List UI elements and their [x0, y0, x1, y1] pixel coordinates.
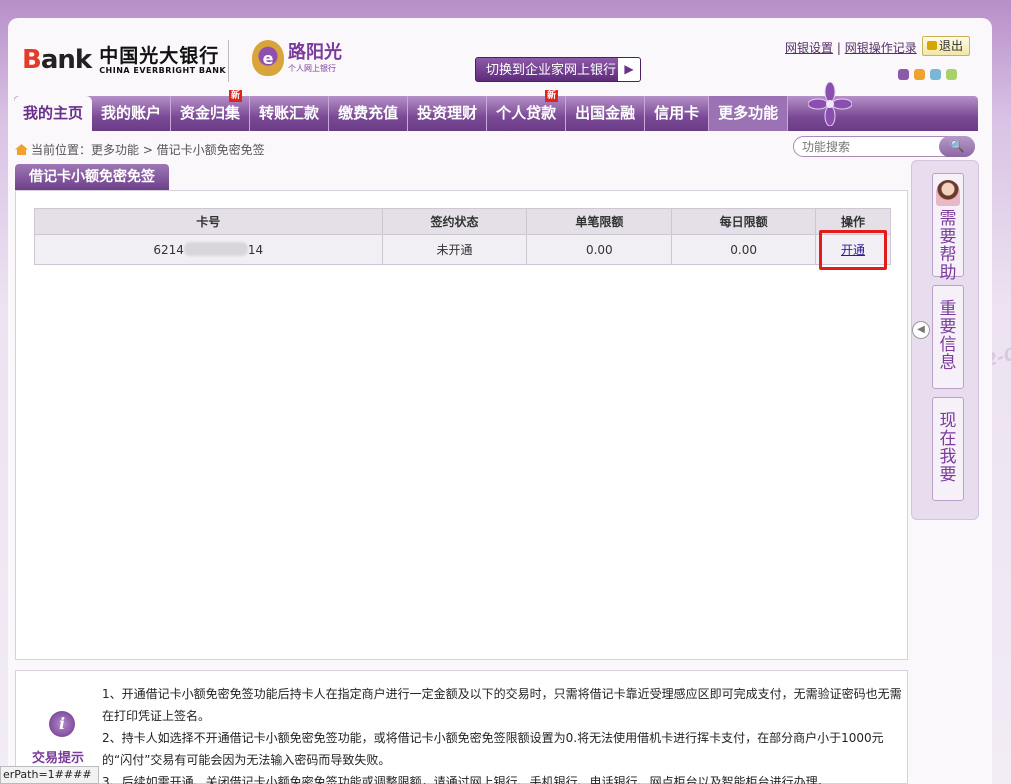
ebank-guide-link[interactable]: 网银操作记录: [845, 41, 917, 55]
agent-avatar-icon: [936, 180, 960, 206]
card-table: 卡号 签约状态 单笔限额 每日限额 操作 6214 14 未开通 0.00 0.0…: [34, 208, 891, 265]
nav-item-fund-collection[interactable]: 资金归集新: [171, 90, 251, 131]
status-cell: 未开通: [381, 234, 528, 265]
sunshine-name: 路阳光: [288, 41, 342, 63]
new-badge: 新: [229, 90, 243, 102]
sunshine-subtitle: 个人网上银行: [288, 63, 336, 73]
nav-item-payment[interactable]: 缴费充值: [329, 96, 409, 131]
col-single-limit: 单笔限额: [526, 208, 673, 235]
card-number-cell: 6214 14: [34, 234, 383, 265]
skin-switcher: [898, 69, 957, 80]
lock-icon: [927, 41, 937, 50]
ceb-logo: Bank 中国光大银行 CHINA EVERBRIGHT BANK: [22, 45, 226, 75]
nav-item-accounts[interactable]: 我的账户: [92, 96, 172, 131]
single-limit-cell: 0.00: [526, 234, 673, 265]
skin-blue-swatch[interactable]: [930, 69, 941, 80]
top-links: 网银设置 | 网银操作记录: [785, 41, 917, 55]
logo-divider: [228, 40, 229, 82]
search-input[interactable]: [802, 137, 942, 156]
search-icon[interactable]: 🔍: [939, 136, 975, 157]
switch-enterprise-label: 切换到企业家网上银行: [486, 63, 617, 78]
col-card-number: 卡号: [34, 208, 383, 235]
sunshine-logo: e 路阳光 个人网上银行: [252, 40, 342, 76]
nav-item-credit-card[interactable]: 信用卡: [645, 96, 710, 131]
logout-button[interactable]: 退出: [922, 36, 971, 56]
main-content: 卡号 签约状态 单笔限额 每日限额 操作 6214 14 未开通 0.00 0.0…: [15, 190, 908, 660]
logo-bank-text: Bank: [22, 45, 92, 75]
logo-english-name: CHINA EVERBRIGHT BANK: [99, 65, 227, 75]
skin-green-swatch[interactable]: [946, 69, 957, 80]
browser-status-bar: erPath=1####: [0, 766, 99, 784]
logout-label: 退出: [939, 39, 964, 53]
table-header-row: 卡号 签约状态 单笔限额 每日限额 操作: [34, 208, 891, 235]
play-arrow-icon: ▶: [618, 58, 641, 81]
nav-item-loans[interactable]: 个人贷款新: [487, 90, 567, 131]
table-row: 6214 14 未开通 0.00 0.00 开通: [34, 234, 891, 265]
masked-digits: [183, 242, 248, 256]
flower-icon: [808, 82, 852, 126]
breadcrumb: 当前位置：更多功能 > 借记卡小额免密免签: [15, 141, 265, 158]
tip-line-3: 3、后续如需开通、关闭借记卡小额免密免签功能或调整限额，请通过网上银行、手机银行…: [102, 775, 830, 784]
tab-debit-card-quickpass[interactable]: 借记卡小额免密免签: [15, 164, 169, 190]
info-icon: i: [49, 711, 75, 737]
help-button[interactable]: 需要帮助: [932, 173, 964, 282]
nav-item-more[interactable]: 更多功能: [709, 96, 789, 131]
daily-limit-cell: 0.00: [671, 234, 817, 265]
highlight-box: [819, 230, 887, 270]
col-status: 签约状态: [381, 208, 528, 235]
nav-item-home[interactable]: 我的主页: [14, 96, 93, 131]
tip-line-1: 1、开通借记卡小额免密免签功能后持卡人在指定商户进行一定金额及以下的交易时，只需…: [102, 687, 902, 723]
nav-item-transfer[interactable]: 转账汇款: [250, 96, 330, 131]
i-want-button[interactable]: 现在我要: [932, 397, 964, 501]
important-info-button[interactable]: 重要信息: [932, 285, 964, 389]
home-icon: [15, 144, 28, 155]
collapse-arrow-icon[interactable]: ◀: [912, 321, 930, 339]
transaction-tips: i 交易提示 1、开通借记卡小额免密免签功能后持卡人在指定商户进行一定金额及以下…: [15, 670, 908, 784]
tips-title: 交易提示: [32, 751, 85, 766]
logo-chinese-name: 中国光大银行: [99, 44, 220, 67]
skin-orange-swatch[interactable]: [914, 69, 925, 80]
ebank-settings-link[interactable]: 网银设置: [785, 41, 833, 55]
sunshine-badge-icon: e: [252, 40, 284, 76]
nav-item-investment[interactable]: 投资理财: [408, 96, 488, 131]
nav-item-overseas[interactable]: 出国金融: [566, 96, 646, 131]
tip-line-2: 2、持卡人如选择不开通借记卡小额免密免签功能，或将借记卡小额免密免签限额设置为0…: [102, 731, 884, 767]
col-daily-limit: 每日限额: [671, 208, 817, 235]
new-badge: 新: [545, 90, 559, 102]
side-toolbar: ◀ 需要帮助 重要信息 现在我要: [911, 160, 979, 520]
function-search: 🔍: [793, 136, 975, 157]
skin-purple-swatch[interactable]: [898, 69, 909, 80]
tips-text: 1、开通借记卡小额免密免签功能后持卡人在指定商户进行一定金额及以下的交易时，只需…: [102, 683, 902, 784]
switch-enterprise-button[interactable]: 切换到企业家网上银行 ▶: [475, 57, 642, 82]
